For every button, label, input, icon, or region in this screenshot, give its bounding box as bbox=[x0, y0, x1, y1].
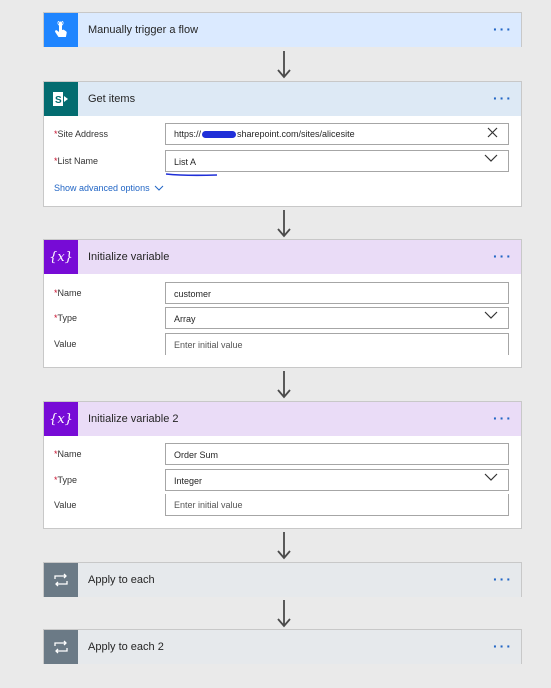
arrow-down-icon bbox=[277, 371, 291, 399]
name-label: *Name bbox=[54, 288, 82, 298]
apply-to-each-2-card[interactable]: Apply to each 2 ··· bbox=[43, 629, 522, 664]
clear-icon[interactable] bbox=[487, 127, 498, 140]
redaction-mark bbox=[202, 131, 237, 139]
svg-text:S: S bbox=[55, 95, 62, 106]
name-field[interactable]: Order Sum bbox=[165, 443, 509, 465]
init-variable-2-card[interactable]: {x} Initialize variable 2 ··· *Name Orde… bbox=[43, 401, 522, 529]
site-address-label: *Site Address bbox=[54, 129, 109, 139]
value-label: Value bbox=[54, 500, 77, 510]
arrow-down-icon bbox=[277, 51, 291, 79]
apply-to-each-2-more-menu[interactable]: ··· bbox=[493, 639, 513, 653]
value-label: Value bbox=[54, 339, 77, 349]
init-variable-2-more-menu[interactable]: ··· bbox=[493, 411, 513, 425]
chevron-down-icon bbox=[154, 185, 164, 191]
chevron-down-icon[interactable] bbox=[484, 154, 498, 165]
apply-to-each-2-title: Apply to each 2 bbox=[88, 641, 164, 653]
apply-to-each-more-menu[interactable]: ··· bbox=[493, 572, 513, 586]
trigger-more-menu[interactable]: ··· bbox=[493, 22, 513, 36]
trigger-card[interactable]: Manually trigger a flow ··· bbox=[43, 12, 522, 47]
value-field[interactable]: Enter initial value bbox=[165, 333, 509, 355]
loop-icon bbox=[44, 630, 78, 664]
type-label: *Type bbox=[54, 475, 78, 485]
type-dropdown[interactable]: Integer bbox=[165, 469, 509, 491]
chevron-down-icon[interactable] bbox=[484, 473, 498, 484]
apply-to-each-title: Apply to each bbox=[88, 574, 155, 586]
init-variable-title: Initialize variable bbox=[88, 251, 170, 263]
type-label: *Type bbox=[54, 313, 78, 323]
arrow-down-icon bbox=[277, 210, 291, 238]
list-name-dropdown[interactable]: List A bbox=[165, 150, 509, 172]
trigger-title: Manually trigger a flow bbox=[88, 24, 199, 36]
get-items-title: Get items bbox=[88, 93, 136, 105]
get-items-more-menu[interactable]: ··· bbox=[493, 91, 513, 105]
site-address-field[interactable]: https://sharepoint.com/sites/alicesite bbox=[165, 123, 509, 145]
init-variable-2-title: Initialize variable 2 bbox=[88, 413, 179, 425]
underline-annotation bbox=[165, 173, 218, 177]
arrow-down-icon bbox=[277, 532, 291, 560]
list-name-label: *List Name bbox=[54, 156, 99, 166]
type-dropdown[interactable]: Array bbox=[165, 307, 509, 329]
get-items-card[interactable]: S Get items ··· *Site Address https://sh… bbox=[43, 81, 522, 207]
variable-icon: {x} bbox=[44, 240, 78, 274]
chevron-down-icon[interactable] bbox=[484, 311, 498, 322]
arrow-down-icon bbox=[277, 600, 291, 628]
init-variable-more-menu[interactable]: ··· bbox=[493, 249, 513, 263]
show-advanced-options-link[interactable]: Show advanced options bbox=[54, 183, 164, 193]
apply-to-each-card[interactable]: Apply to each ··· bbox=[43, 562, 522, 597]
sharepoint-icon: S bbox=[44, 82, 78, 116]
name-field[interactable]: customer bbox=[165, 282, 509, 304]
touch-icon bbox=[44, 13, 78, 47]
value-field[interactable]: Enter initial value bbox=[165, 494, 509, 516]
loop-icon bbox=[44, 563, 78, 597]
variable-icon: {x} bbox=[44, 402, 78, 436]
name-label: *Name bbox=[54, 449, 82, 459]
init-variable-card[interactable]: {x} Initialize variable ··· *Name custom… bbox=[43, 239, 522, 368]
